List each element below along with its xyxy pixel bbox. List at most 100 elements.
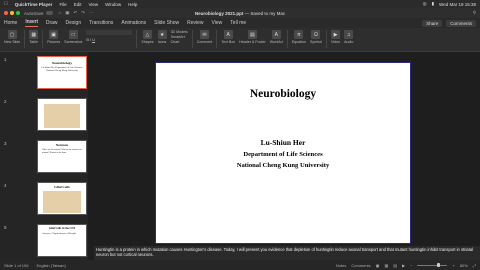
comments-button[interactable]: Comments [446,19,476,27]
slide-thumbnail-row[interactable]: 4 Glial Cells [0,180,88,218]
textbox-button[interactable]: A Text Box [221,30,235,44]
wordart-button[interactable]: A WordArt [270,30,283,44]
slide-thumbnail-row[interactable]: 1 Neurobiology Lu-Shiun Her Department o… [0,54,88,92]
pictures-button[interactable]: ▣ Pictures [47,30,60,44]
icons-button[interactable]: ★ Icons [157,30,167,44]
symbol-icon: Ω [311,30,321,39]
slide-thumbnail-row[interactable]: 5 Glial Cells in the CNS Astrocytes • Ol… [0,222,88,260]
slideshow-icon[interactable]: ▶ [402,263,405,268]
save-status: — Saved to my Mac [244,10,286,16]
tab-transitions[interactable]: Transitions [89,20,113,26]
thumbnail-title: Glial Cells in the CNS [48,227,76,230]
slide-title[interactable]: Neurobiology [156,88,410,100]
language[interactable]: English (Taiwan) [36,263,65,268]
slide-university[interactable]: National Cheng Kung University [156,162,410,169]
redo-icon[interactable]: ↷ [81,10,85,16]
slide-thumbnail[interactable]: Neurobiology Lu-Shiun Her Department of … [37,56,87,89]
comment-button[interactable]: ✉ Comment [197,30,212,44]
insert-list: 3D Models SmartArt Chart [171,30,188,44]
3d-models-button[interactable]: 3D Models [171,30,188,34]
slide-number: 5 [4,225,7,230]
tab-home[interactable]: Home [4,20,17,26]
slide-sorter-icon[interactable]: ▦ [384,263,388,268]
undo-icon[interactable]: ↶ [74,10,78,16]
normal-view-icon[interactable]: ▣ [376,263,380,268]
table-icon: ▦ [29,30,39,39]
menu-window[interactable]: Window [105,2,121,7]
equation-button[interactable]: π Equation [292,30,306,44]
table-button[interactable]: ▦ Table [29,30,39,44]
search-icon[interactable]: ⚲ [473,10,476,16]
fit-slide-icon[interactable]: ⤢ [473,263,476,268]
slide-count: Slide 1 of 106 [4,262,29,268]
icons-icon: ★ [157,30,167,39]
slide-thumbnail[interactable] [37,98,87,131]
slide-department[interactable]: Department of Life Sciences [156,151,410,158]
tab-design[interactable]: Design [66,20,82,26]
smartart-button[interactable]: SmartArt [171,35,188,39]
window-controls [4,11,20,15]
slide-thumbnails-pane[interactable]: 1 Neurobiology Lu-Shiun Her Department o… [0,52,88,260]
notes-toggle[interactable]: Notes [336,263,346,268]
tab-review[interactable]: Review [187,20,203,26]
zoom-slider[interactable] [417,263,448,267]
slide-thumbnail[interactable]: Glial Cells [37,182,87,215]
menu-help[interactable]: Help [128,2,137,7]
autosave-control[interactable]: AutoSave [24,11,53,16]
window-titlebar: AutoSave ⌂ ▣ ↶ ↷ ⋯ Neurobiology 2021.ppt… [0,8,480,18]
audio-button[interactable]: ♫ Audio [344,30,353,44]
menu-file[interactable]: File [59,2,66,7]
wifi-icon[interactable]: ◎ [423,1,427,7]
autosave-toggle[interactable] [45,11,53,15]
more-icon[interactable]: ⋯ [89,10,94,16]
glial-cells-image [43,191,81,213]
slide-thumbnail[interactable]: Neurons Where are the neurons? What are … [37,140,87,173]
screenshot-button[interactable]: □ Screenshot [64,30,82,44]
share-button[interactable]: Share [422,19,443,27]
tab-slide-show[interactable]: Slide Show [154,20,179,26]
shapes-button[interactable]: △ Shapes [141,30,154,44]
comments-toggle[interactable]: Comments [351,263,370,268]
battery-icon[interactable]: ▮ [432,1,434,7]
underline-icon[interactable]: U [92,37,95,42]
table-label: Table [29,40,38,44]
new-slide-button[interactable]: ▢ New Slide [4,30,20,44]
slide-author[interactable]: Lu-Shiun Her [156,138,410,147]
tab-tell-me[interactable]: Tell me [230,20,246,26]
font-name-field[interactable] [86,30,133,35]
minimize-window-button[interactable] [10,11,14,15]
slide-number: 3 [4,141,7,146]
slide-thumbnail[interactable]: Glial Cells in the CNS Astrocytes • Olig… [37,224,87,257]
home-icon[interactable]: ⌂ [59,10,62,16]
zoom-window-button[interactable] [16,11,20,15]
clock[interactable]: Wed Mar 19 15:38 [439,2,476,7]
quick-access-toolbar: ⌂ ▣ ↶ ↷ ⋯ [59,10,94,16]
close-window-button[interactable] [4,11,8,15]
audio-label: Audio [344,40,354,44]
app-name[interactable]: QuickTime Player [15,2,53,7]
symbol-button[interactable]: Ω Symbol [310,30,322,44]
slide-editing-area[interactable]: Neurobiology Lu-Shiun Her Department of … [88,52,480,246]
speaker-notes[interactable]: Huntingtin is a protein in which mutatio… [94,246,480,260]
tab-insert[interactable]: Insert [25,19,38,27]
zoom-in-icon[interactable]: + [452,263,454,268]
menu-view[interactable]: View [88,2,98,7]
current-slide[interactable]: Neurobiology Lu-Shiun Her Department of … [155,62,411,244]
zoom-level[interactable]: 80% [460,263,468,268]
bold-icon[interactable]: B [86,37,89,42]
tab-view[interactable]: View [212,20,223,26]
menu-edit[interactable]: Edit [74,2,82,7]
chart-button[interactable]: Chart [171,40,188,44]
save-icon[interactable]: ▣ [65,10,69,16]
video-button[interactable]: ▶ Video [331,30,340,44]
reading-view-icon[interactable]: ▤ [393,263,397,268]
slide-thumbnail-row[interactable]: 2 [0,96,88,134]
slide-thumbnail-row[interactable]: 3 Neurons Where are the neurons? What ar… [0,138,88,176]
header-footer-button[interactable]: ▤ Header & Footer [239,30,266,44]
italic-icon[interactable]: I [90,37,91,42]
slide-number: 2 [4,99,7,104]
apple-icon[interactable]:  [4,1,8,7]
tab-animations[interactable]: Animations [121,20,146,26]
tab-draw[interactable]: Draw [46,20,58,26]
zoom-out-icon[interactable]: − [410,263,412,268]
